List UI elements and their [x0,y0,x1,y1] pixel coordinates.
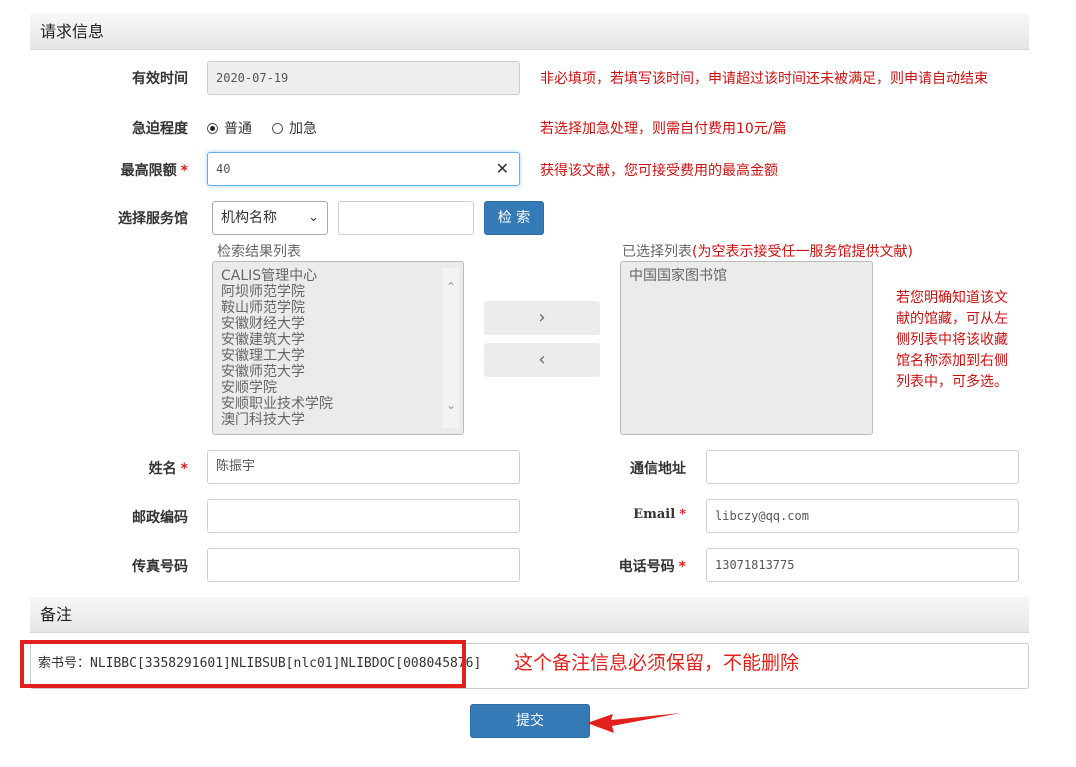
postcode-label: 邮政编码 [132,510,188,526]
radio-unchecked-icon [272,123,283,134]
address-label: 通信地址 [630,461,686,477]
urgency-radio-normal[interactable]: 普通 [207,118,252,138]
list-item[interactable]: 中国国家图书馆 [629,268,727,284]
annotation-arrow-icon [587,713,681,733]
scroll-up-icon[interactable]: ⌃ [446,280,456,294]
urgency-radio-urgent[interactable]: 加急 [272,118,317,138]
list-item[interactable]: 安顺学院 [221,380,333,396]
results-listbox[interactable]: CALIS管理中心 阿坝师范学院 鞍山师范学院 安徽财经大学 安徽建筑大学 安徽… [212,261,464,435]
phone-input[interactable]: 13071813775 [706,548,1019,582]
address-input[interactable] [706,450,1019,484]
list-item[interactable]: 安徽理工大学 [221,348,333,364]
results-scrollbar[interactable]: ⌃ ⌄ [443,268,459,428]
max-limit-input[interactable]: 40 ✕ [207,152,520,186]
postcode-input[interactable] [207,499,520,533]
section-header-remark: 备注 [30,597,1029,633]
urgency-label: 急迫程度 [132,121,188,137]
fax-input[interactable] [207,548,520,582]
urgency-option-urgent: 加急 [289,121,317,137]
institution-select-value: 机构名称 [221,210,277,226]
name-input[interactable]: 陈振宇 [207,450,520,484]
valid-time-label: 有效时间 [132,71,188,87]
selected-listbox[interactable]: 中国国家图书馆 [620,261,873,435]
institution-select[interactable]: 机构名称 ⌄ [212,201,328,235]
list-item[interactable]: CALIS管理中心 [221,268,333,284]
required-star: * [678,559,686,575]
urgency-option-normal: 普通 [224,121,252,137]
radio-checked-icon [207,123,218,134]
email-input[interactable]: libczy@qq.com [706,499,1019,533]
email-label: Email * [633,507,686,522]
clear-icon[interactable]: ✕ [496,153,509,185]
list-item[interactable]: 澳门科技大学 [221,412,333,428]
annotation-highlight-box [20,640,466,688]
service-lib-label: 选择服务馆 [118,211,188,227]
list-item[interactable]: 阿坝师范学院 [221,284,333,300]
urgency-hint: 若选择加急处理，则需自付费用10元/篇 [540,121,787,137]
remark-annotation: 这个备注信息必须保留，不能删除 [514,652,800,674]
search-button[interactable]: 检 索 [484,201,544,235]
valid-time-hint: 非必填项，若填写该时间，申请超过该时间还未被满足，则申请自动结束 [540,71,988,87]
list-item[interactable]: 安徽财经大学 [221,316,333,332]
max-limit-label: 最高限额 * [120,163,188,179]
list-item[interactable]: 安徽建筑大学 [221,332,333,348]
submit-button[interactable]: 提交 [470,704,590,738]
scroll-down-icon[interactable]: ⌄ [446,398,456,412]
list-item[interactable]: 鞍山师范学院 [221,300,333,316]
results-items: CALIS管理中心 阿坝师范学院 鞍山师范学院 安徽财经大学 安徽建筑大学 安徽… [221,268,333,428]
list-item[interactable]: 安顺职业技术学院 [221,396,333,412]
required-star: * [180,163,188,179]
max-limit-value: 40 [216,162,231,176]
selected-list-note: (为空表示接受任一服务馆提供文献) [692,244,913,260]
required-star: * [679,507,686,522]
valid-time-input[interactable]: 2020-07-19 [207,61,520,95]
list-item[interactable]: 安徽师范大学 [221,364,333,380]
chevron-down-icon: ⌄ [308,210,319,225]
section-header-request-info: 请求信息 [30,14,1029,50]
fax-label: 传真号码 [132,559,188,575]
results-list-label: 检索结果列表 [217,244,301,260]
selected-list-label: 已选择列表(为空表示接受任一服务馆提供文献) [622,244,913,260]
selected-side-note: 若您明确知道该文 献的馆藏，可从左 侧列表中将该收藏 馆名称添加到右侧 列表中，… [896,290,1008,390]
name-label: 姓名 * [148,461,188,477]
phone-label: 电话号码 * [618,559,686,575]
add-to-selected-button[interactable]: › [484,301,600,335]
service-lib-search-input[interactable] [338,201,474,235]
remove-from-selected-button[interactable]: ‹ [484,343,600,377]
max-limit-hint: 获得该文献，您可接受费用的最高金额 [540,163,778,179]
required-star: * [180,461,188,477]
